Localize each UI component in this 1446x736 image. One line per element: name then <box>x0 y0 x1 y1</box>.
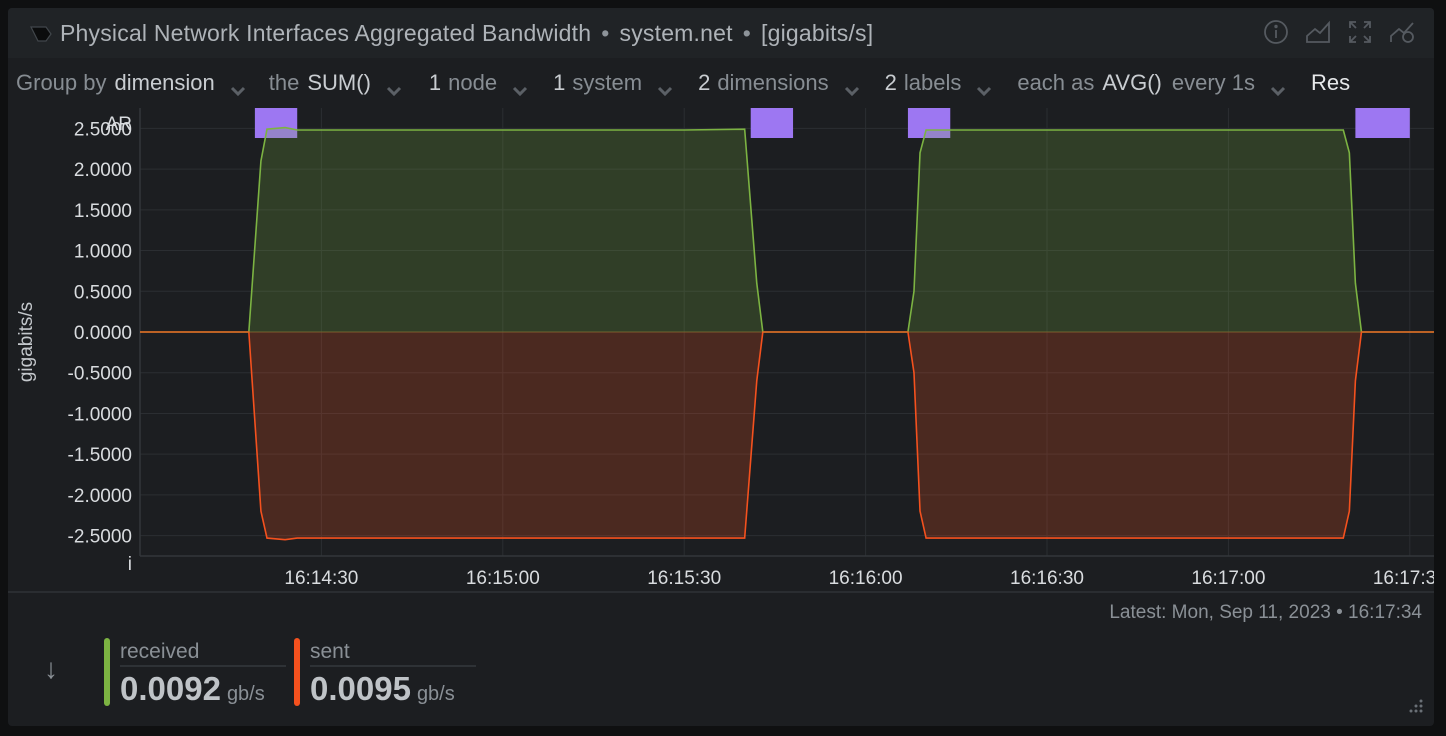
legend-unit: gb/s <box>416 683 455 705</box>
legend-value: 0.0095 <box>310 670 411 707</box>
legend-value: 0.0092 <box>120 670 221 707</box>
x-tick-label: 16:16:00 <box>829 568 903 589</box>
y-tick-label: 2.0000 <box>74 160 132 181</box>
annotation-marker <box>1355 108 1410 138</box>
x-tick-label: 16:15:00 <box>466 568 540 589</box>
y-tick-label: 1.5000 <box>74 201 132 222</box>
bottom-row-label: i <box>128 554 132 575</box>
chart-panel: Physical Network Interfaces Aggregated B… <box>8 8 1434 726</box>
legend-name: received <box>120 640 200 663</box>
x-tick-label: 16:14:30 <box>284 568 358 589</box>
arrow-down-icon: ↓ <box>44 653 58 684</box>
x-tick-label: 16:15:30 <box>647 568 721 589</box>
series-area-sent <box>140 332 1434 540</box>
y-tick-label: 1.0000 <box>74 242 132 263</box>
legend-color-bar <box>294 638 300 706</box>
y-axis-label: gigabits/s <box>16 302 37 382</box>
y-tick-label: -2.0000 <box>68 486 132 507</box>
legend-color-bar <box>104 638 110 706</box>
y-tick-label: 0.0000 <box>74 323 132 344</box>
y-tick-label: -1.0000 <box>68 404 132 425</box>
legend-underline <box>310 665 476 667</box>
bandwidth-chart[interactable]: 2.50002.00001.50001.00000.50000.0000-0.5… <box>8 8 1434 591</box>
annotation-row-label: AR <box>106 114 132 135</box>
legend-underline <box>120 665 286 667</box>
y-tick-label: -2.5000 <box>68 527 132 548</box>
latest-timestamp: Latest: Mon, Sep 11, 2023 • 16:17:34 <box>1109 602 1422 623</box>
series-area-received <box>140 127 1434 332</box>
y-tick-label: -0.5000 <box>68 364 132 385</box>
resize-handle-icon[interactable] <box>1406 698 1424 716</box>
x-tick-label: 16:17:00 <box>1191 568 1265 589</box>
legend-unit: gb/s <box>226 683 265 705</box>
x-tick-label: 16:17:30 <box>1373 568 1434 589</box>
footer-divider <box>8 591 1434 593</box>
y-tick-label: 0.5000 <box>74 282 132 303</box>
annotation-marker <box>750 108 794 138</box>
y-tick-label: -1.5000 <box>68 445 132 466</box>
legend-name: sent <box>310 640 350 663</box>
x-tick-label: 16:16:30 <box>1010 568 1084 589</box>
